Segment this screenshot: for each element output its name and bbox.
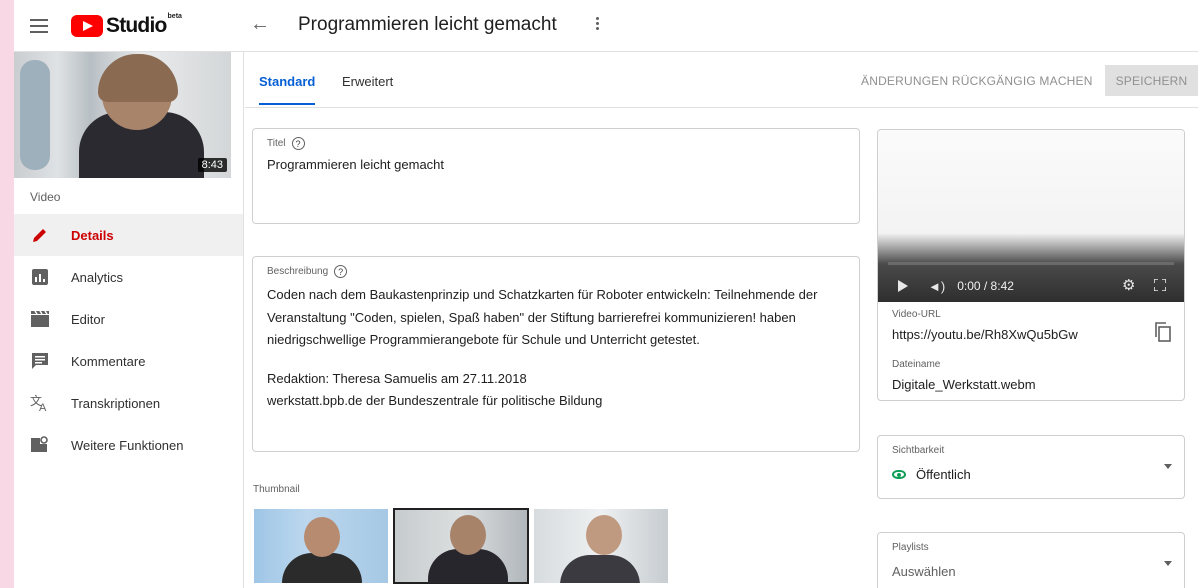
thumbnail-option-3[interactable] (534, 509, 668, 583)
visibility-label: Sichtbarkeit (892, 445, 945, 456)
description-blank-line (267, 352, 847, 368)
playlists-select[interactable]: Playlists Auswählen (877, 532, 1185, 588)
page-title: Programmieren leicht gemacht (298, 14, 557, 35)
thumbnail-background-person (20, 60, 50, 170)
video-player[interactable]: ◄) 0:00 / 8:42 ⚙ (878, 130, 1184, 302)
sidebar: 8:43 Video Details Analytics Editor Komm… (14, 52, 244, 588)
tab-erweitert[interactable]: Erweitert (342, 74, 393, 89)
sidebar-item-label: Weitere Funktionen (71, 437, 184, 453)
title-input-value[interactable]: Programmieren leicht gemacht (267, 157, 444, 172)
beta-badge: beta (167, 13, 182, 20)
thumbnail-person-face (450, 515, 486, 555)
copy-icon[interactable] (1154, 322, 1172, 342)
sidebar-item-more-features[interactable]: Weitere Funktionen (14, 424, 243, 466)
thumbnail-option-1[interactable] (254, 509, 388, 583)
playlists-placeholder: Auswählen (892, 564, 956, 579)
thumbnail-person-body (282, 553, 362, 583)
sidebar-item-label: Details (71, 227, 114, 243)
thumbnail-person-body (560, 555, 640, 583)
player-controls: ◄) 0:00 / 8:42 ⚙ (878, 273, 1184, 299)
sidebar-item-analytics[interactable]: Analytics (14, 256, 243, 298)
duration-badge: 8:43 (197, 158, 227, 172)
clapperboard-icon (30, 309, 50, 329)
logo-text: Studio (106, 14, 167, 37)
description-line: Redaktion: Theresa Samuelis am 27.11.201… (267, 370, 527, 386)
thumbnail-person-hair (98, 54, 178, 102)
video-url-label: Video-URL (892, 309, 941, 320)
fullscreen-icon[interactable] (1154, 279, 1166, 291)
sidebar-item-label: Editor (71, 311, 105, 327)
chevron-down-icon (1164, 561, 1172, 566)
video-url-link[interactable]: https://youtu.be/Rh8XwQu5bGw (892, 327, 1078, 342)
sidebar-section-label: Video (30, 190, 61, 204)
undo-changes-button[interactable]: ÄNDERUNGEN RÜCKGÄNGIG MACHEN (861, 74, 1093, 88)
description-field[interactable]: Beschreibung ? Coden nach dem Baukastenp… (252, 256, 860, 452)
progress-bar[interactable] (888, 262, 1174, 265)
analytics-icon (30, 267, 50, 287)
video-thumbnail[interactable]: 8:43 (14, 52, 231, 178)
gear-icon[interactable]: ⚙ (1122, 276, 1135, 294)
video-preview-card: ◄) 0:00 / 8:42 ⚙ Video-URL https://youtu… (877, 129, 1185, 401)
comment-icon (30, 351, 50, 371)
playlists-label: Playlists (892, 542, 929, 553)
sidebar-item-label: Kommentare (71, 353, 146, 369)
visibility-value: Öffentlich (892, 467, 971, 482)
more-options-icon[interactable] (594, 15, 600, 35)
help-icon[interactable]: ? (291, 137, 305, 150)
back-arrow-icon[interactable]: ← (250, 13, 270, 36)
filename-label: Dateiname (892, 359, 941, 370)
more-features-icon (30, 435, 50, 455)
translate-icon: 文A (30, 393, 50, 413)
menu-icon[interactable] (30, 15, 48, 37)
description-textarea[interactable]: Coden nach dem Baukastenprinzip und Scha… (267, 284, 847, 413)
eye-icon (892, 470, 906, 479)
sidebar-item-label: Analytics (71, 269, 124, 285)
youtube-play-icon (71, 15, 103, 37)
save-button[interactable]: SPEICHERN (1105, 65, 1198, 96)
description-label-text: Beschreibung (267, 266, 329, 277)
top-bar: Studio beta ← Programmieren leicht gemac… (14, 0, 1198, 52)
visibility-value-text: Öffentlich (916, 467, 971, 482)
title-field[interactable]: Titel ? Programmieren leicht gemacht (252, 128, 860, 224)
time-display: 0:00 / 8:42 (957, 279, 1014, 293)
studio-logo[interactable]: Studio beta (71, 11, 182, 41)
pencil-icon (30, 225, 50, 245)
thumbnail-label: Thumbnail (253, 484, 300, 495)
description-line: Veranstaltung "Coden, spielen, Spaß habe… (267, 309, 796, 325)
sidebar-item-comments[interactable]: Kommentare (14, 340, 243, 382)
visibility-select[interactable]: Sichtbarkeit Öffentlich (877, 435, 1185, 499)
title-field-label: Titel ? (267, 137, 305, 150)
description-line: niedrigschwellige Programmierangebote fü… (267, 332, 700, 347)
description-field-label: Beschreibung ? (267, 265, 348, 278)
volume-icon[interactable]: ◄) (928, 279, 945, 294)
sidebar-item-label: Transkriptionen (71, 395, 161, 411)
title-label-text: Titel (267, 138, 286, 149)
studio-app: Studio beta ← Programmieren leicht gemac… (14, 0, 1198, 588)
thumbnail-person-face (586, 515, 622, 555)
thumbnail-option-2-selected[interactable] (393, 508, 529, 584)
description-line: werkstatt.bpb.de der Bundeszentrale für … (267, 393, 603, 408)
svg-text:A: A (39, 402, 47, 412)
help-icon[interactable]: ? (334, 265, 348, 278)
description-line: Coden nach dem Baukastenprinzip und Scha… (267, 287, 818, 302)
thumbnail-person-face (304, 517, 340, 557)
sidebar-nav: Details Analytics Editor Kommentare 文 A … (14, 214, 243, 466)
tab-standard[interactable]: Standard (259, 74, 316, 105)
sidebar-item-details[interactable]: Details (14, 214, 243, 256)
play-icon[interactable] (898, 280, 908, 292)
chevron-down-icon (1164, 464, 1172, 469)
filename-value: Digitale_Werkstatt.webm (892, 377, 1036, 392)
sidebar-item-transcriptions[interactable]: 文A Transkriptionen (14, 382, 243, 424)
sidebar-item-editor[interactable]: Editor (14, 298, 243, 340)
tabs-bar: Standard Erweitert ÄNDERUNGEN RÜCKGÄNGIG… (245, 52, 1198, 108)
